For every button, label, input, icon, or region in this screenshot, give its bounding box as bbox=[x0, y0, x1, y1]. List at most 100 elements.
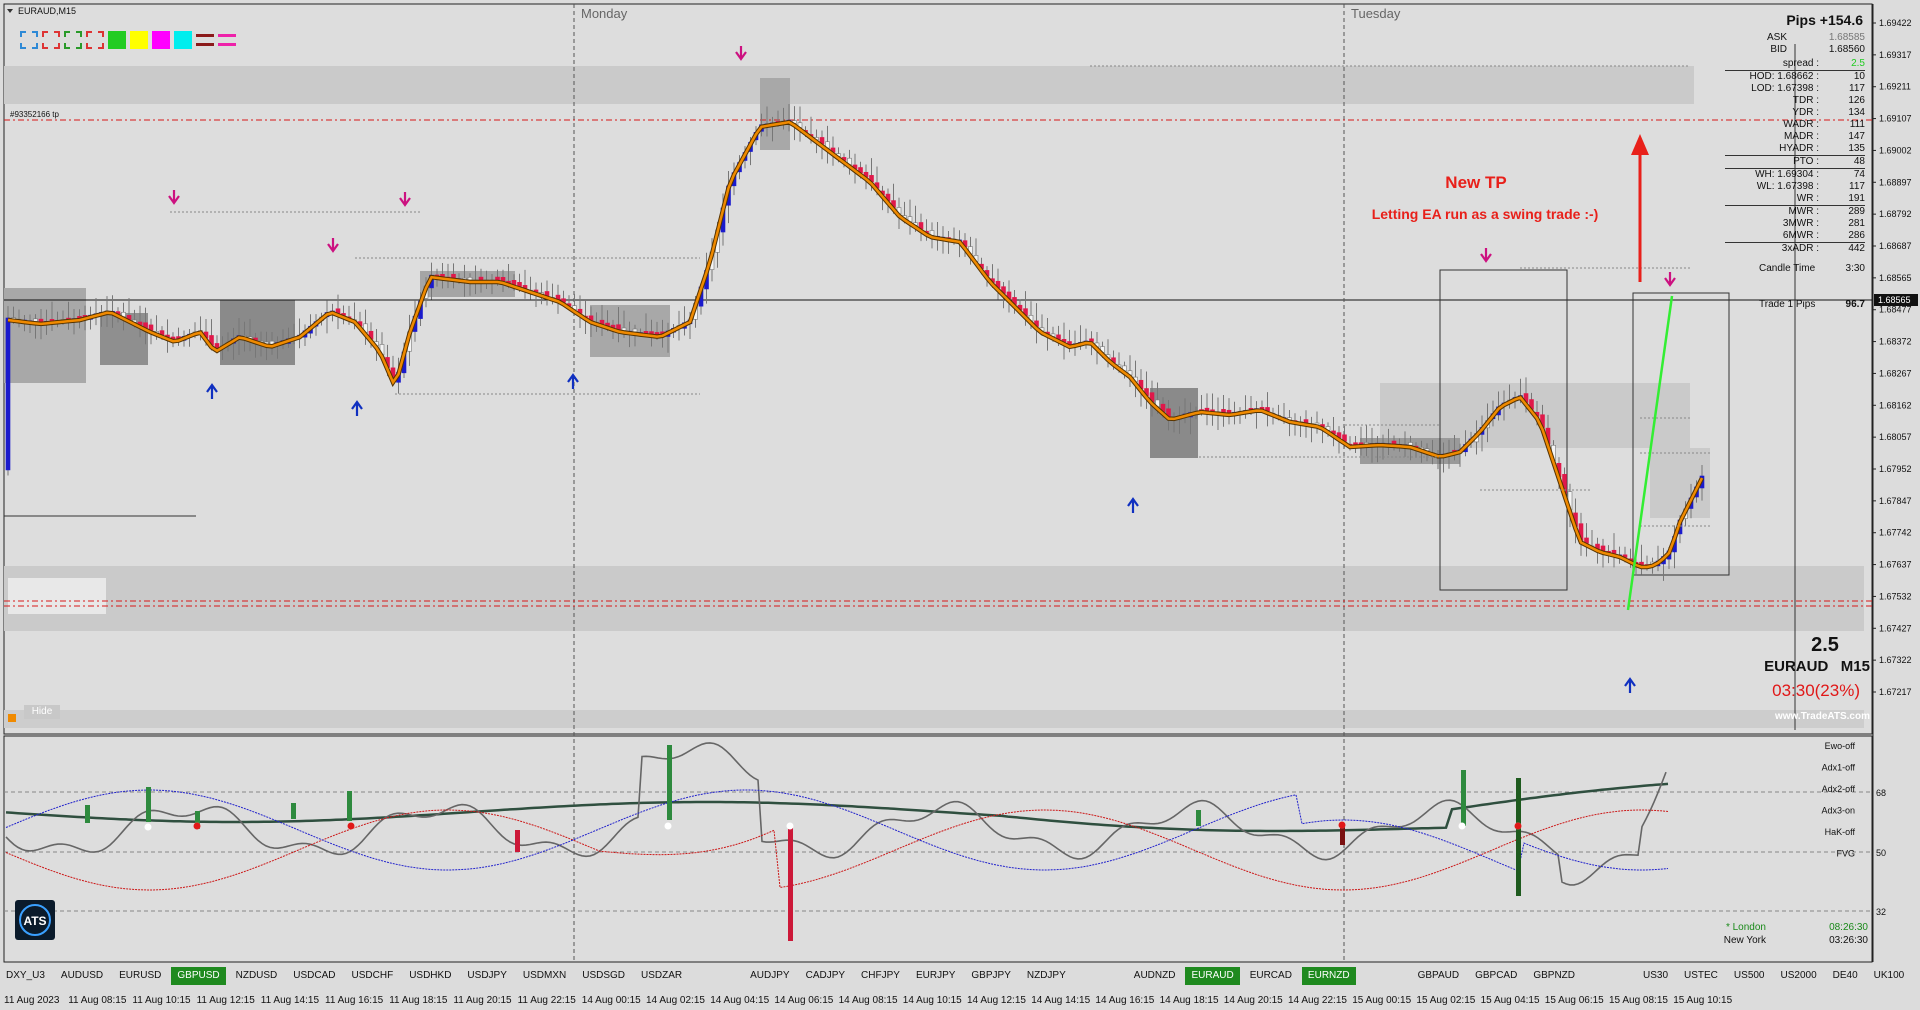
hide-indicator-icon[interactable] bbox=[8, 714, 16, 722]
candle-time-value: 3:30 bbox=[1845, 263, 1865, 274]
price-tick-label: 1.68162 bbox=[1879, 400, 1912, 410]
hide-button[interactable]: Hide bbox=[24, 705, 60, 719]
pips-total: Pips +154.6 bbox=[1786, 12, 1863, 28]
symbol-button-dxy_u3[interactable]: DXY_U3 bbox=[0, 967, 51, 985]
price-tick-label: 1.69317 bbox=[1879, 50, 1912, 60]
stat-row: HOD: 1.68662 : 10 bbox=[1725, 70, 1865, 83]
time-tick-label: 14 Aug 16:15 bbox=[1095, 994, 1155, 1006]
signal-dot bbox=[144, 823, 152, 831]
symbol-button-chfjpy[interactable]: CHFJPY bbox=[855, 967, 906, 985]
symbol-button-nzdusd[interactable]: NZDUSD bbox=[230, 967, 284, 985]
magenta-square-icon[interactable] bbox=[152, 31, 170, 49]
symbol-button-usdzar[interactable]: USDZAR bbox=[635, 967, 688, 985]
time-tick-label: 15 Aug 06:15 bbox=[1544, 994, 1604, 1006]
price-tick-label: 1.67427 bbox=[1879, 623, 1912, 633]
symbol-button-usdsgd[interactable]: USDSGD bbox=[576, 967, 631, 985]
symbol-button-eurnzd[interactable]: EURNZD bbox=[1301, 967, 1356, 985]
symbol-button-usdcad[interactable]: USDCAD bbox=[287, 967, 341, 985]
signal-dot-red bbox=[347, 822, 355, 830]
symbol-button-de40[interactable]: DE40 bbox=[1827, 967, 1864, 985]
indicator-pane[interactable] bbox=[3, 735, 1873, 963]
symbol-button-audnzd[interactable]: AUDNZD bbox=[1128, 967, 1182, 985]
time-tick-label: 11 Aug 2023 bbox=[4, 994, 60, 1006]
symbol-button-eurusd[interactable]: EURUSD bbox=[113, 967, 167, 985]
symbol-button-eurjpy[interactable]: EURJPY bbox=[910, 967, 961, 985]
hline-icon[interactable] bbox=[196, 34, 214, 46]
symbol-button-usdhkd[interactable]: USDHKD bbox=[403, 967, 457, 985]
ask-label: ASK bbox=[1766, 32, 1787, 43]
session-name: * London bbox=[1726, 922, 1766, 933]
time-tick-label: 11 Aug 20:15 bbox=[453, 994, 512, 1006]
magenta-lines-icon[interactable] bbox=[218, 34, 236, 46]
stat-label: LOD: 1.67398 : bbox=[1751, 83, 1819, 94]
stat-value: 442 bbox=[1848, 243, 1865, 254]
symbol-button-gbpusd[interactable]: GBPUSD bbox=[171, 967, 226, 985]
symbol-button-audjpy[interactable]: AUDJPY bbox=[744, 967, 795, 985]
symbol-button-euraud[interactable]: EURAUD bbox=[1185, 967, 1240, 985]
indicator-toggle-ewo-off[interactable]: Ewo-off bbox=[1825, 741, 1856, 751]
stat-label: HOD: 1.68662 : bbox=[1749, 71, 1819, 82]
time-tick-label: 14 Aug 04:15 bbox=[710, 994, 770, 1006]
symbol-button-cadjpy[interactable]: CADJPY bbox=[800, 967, 851, 985]
price-tick-label: 1.69422 bbox=[1879, 18, 1912, 28]
rect-blue-icon[interactable] bbox=[20, 31, 38, 49]
price-tick-label: 1.68687 bbox=[1879, 241, 1912, 251]
symbol-button-usdchf[interactable]: USDCHF bbox=[346, 967, 400, 985]
symbol-button-us30[interactable]: US30 bbox=[1637, 967, 1674, 985]
stat-label: WL: 1.67398 : bbox=[1756, 181, 1819, 192]
supply-demand-zone bbox=[8, 578, 106, 614]
symbol-timeframe: EURAUD M15 bbox=[1764, 658, 1870, 675]
chart-area[interactable]: 1.69422 1.69317 1.69211 1.69107 1.69002 1.688… bbox=[0, 0, 1920, 1010]
stat-row: 6MWR : 286 bbox=[1725, 230, 1865, 242]
time-tick-label: 14 Aug 00:15 bbox=[581, 994, 641, 1006]
yellow-square-icon[interactable] bbox=[130, 31, 148, 49]
stat-row: LOD: 1.67398 : 117 bbox=[1725, 83, 1865, 95]
price-tick-label: 1.67742 bbox=[1879, 528, 1912, 538]
stat-row: 3xADR : 442 bbox=[1725, 242, 1865, 255]
session-time: 08:26:30 bbox=[1829, 922, 1868, 933]
symbol-button-gbpaud[interactable]: GBPAUD bbox=[1412, 967, 1466, 985]
time-tick-label: 14 Aug 22:15 bbox=[1288, 994, 1347, 1006]
indicator-toggle-fvg[interactable]: FVG bbox=[1836, 849, 1855, 859]
symbol-button-uk100[interactable]: UK100 bbox=[1868, 967, 1911, 985]
rect-red-outline-icon[interactable] bbox=[42, 31, 60, 49]
supply-demand-zone bbox=[4, 710, 1864, 728]
time-tick-label: 11 Aug 14:15 bbox=[260, 994, 319, 1006]
symbol-button-usdjpy[interactable]: USDJPY bbox=[461, 967, 512, 985]
symbol-button-gbpjpy[interactable]: GBPJPY bbox=[965, 967, 1016, 985]
stat-value: 289 bbox=[1848, 206, 1865, 217]
symbol-button-us2000[interactable]: US2000 bbox=[1775, 967, 1823, 985]
symbol-button-usdmxn[interactable]: USDMXN bbox=[517, 967, 572, 985]
cyan-square-icon[interactable] bbox=[174, 31, 192, 49]
symbol-button-gbpnzd[interactable]: GBPNZD bbox=[1527, 967, 1581, 985]
rect-red-outline-icon[interactable] bbox=[86, 31, 104, 49]
green-square-icon[interactable] bbox=[108, 31, 126, 49]
indicator-toggle-adx1-off[interactable]: Adx1-off bbox=[1822, 763, 1856, 773]
stat-label: MWR : bbox=[1788, 206, 1819, 217]
symbol-button-gbpcad[interactable]: GBPCAD bbox=[1469, 967, 1523, 985]
session-name: New York bbox=[1724, 935, 1767, 946]
time-tick-label: 15 Aug 04:15 bbox=[1480, 994, 1540, 1006]
stat-value: 111 bbox=[1849, 119, 1865, 130]
indicator-histogram-bar bbox=[667, 745, 672, 820]
symbol-button-ustec[interactable]: USTEC bbox=[1678, 967, 1724, 985]
indicator-histogram-bar bbox=[788, 826, 793, 941]
indicator-toggle-hak-off[interactable]: HaK-off bbox=[1825, 827, 1856, 837]
indicator-toggle-adx3-on[interactable]: Adx3-on bbox=[1821, 806, 1855, 816]
price-tick-label: 1.68267 bbox=[1879, 368, 1912, 378]
symbol-button-us500[interactable]: US500 bbox=[1728, 967, 1771, 985]
stat-row: MADR : 147 bbox=[1725, 131, 1865, 143]
stat-label: 3xADR : bbox=[1781, 243, 1819, 254]
signal-dot bbox=[1458, 822, 1466, 830]
spread-big-value: 2.5 bbox=[1811, 634, 1839, 656]
symbol-button-nzdjpy[interactable]: NZDJPY bbox=[1021, 967, 1072, 985]
time-tick-label: 14 Aug 18:15 bbox=[1159, 994, 1219, 1006]
info-panel: Pips +154.6 ASK 1.68585 BID 1.68560 spread… bbox=[1725, 12, 1865, 311]
symbol-button-audusd[interactable]: AUDUSD bbox=[55, 967, 109, 985]
stat-row: MWR : 289 bbox=[1725, 205, 1865, 218]
session-label-monday: Monday bbox=[581, 6, 628, 21]
indicator-toggle-adx2-off[interactable]: Adx2-off bbox=[1822, 784, 1856, 794]
symbol-button-eurcad[interactable]: EURCAD bbox=[1244, 967, 1298, 985]
rect-green-outline-icon[interactable] bbox=[64, 31, 82, 49]
candle bbox=[5, 306, 11, 476]
